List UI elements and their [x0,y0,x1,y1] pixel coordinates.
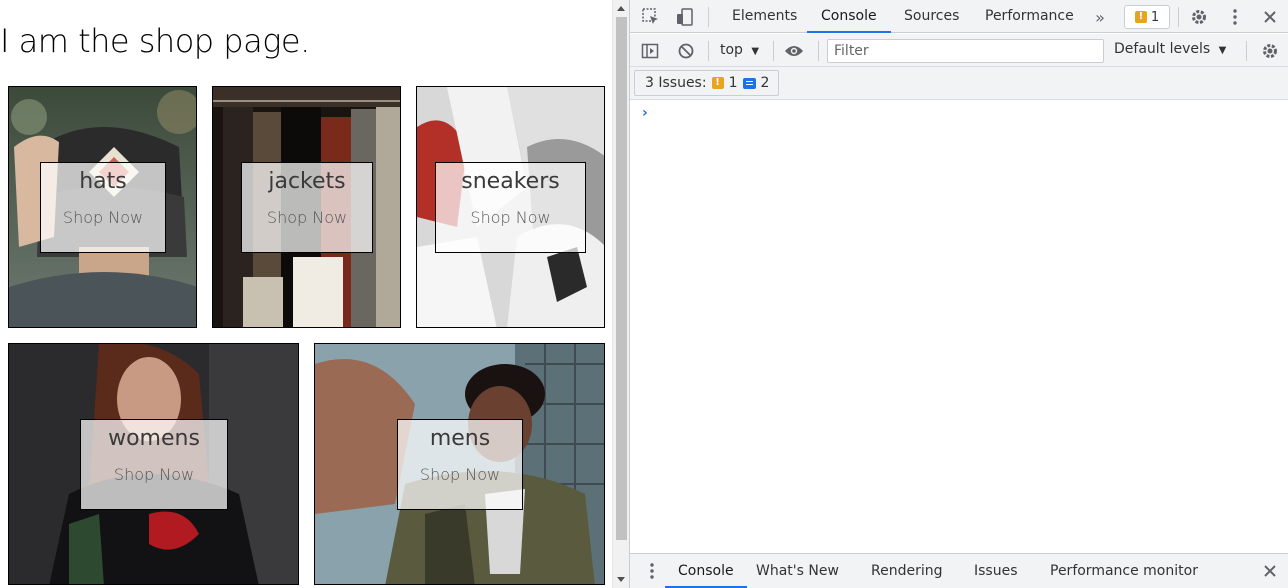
category-title: hats [79,169,127,194]
drawer-tab-issues[interactable]: Issues [961,554,1031,588]
shop-now-link[interactable]: Shop Now [398,465,522,484]
show-sidebar-icon[interactable] [640,41,660,61]
toolbar-divider [708,41,709,61]
console-toolbar: top ▼ Default levels ▼ [630,34,1288,67]
toolbar-divider [708,7,709,27]
tab-console[interactable]: Console [807,0,891,33]
category-tile-mens[interactable]: mens Shop Now [314,343,605,585]
drawer-tab-console[interactable]: Console [665,554,747,588]
shop-now-link[interactable]: Shop Now [242,208,372,227]
inspect-element-icon[interactable] [641,7,661,27]
shop-now-link[interactable]: Shop Now [81,465,227,484]
mens-card[interactable]: mens Shop Now [397,419,523,510]
category-tile-sneakers[interactable]: sneakers Shop Now [416,86,605,328]
issues-button[interactable]: 3 Issues: ! 1 2 [634,70,779,96]
scrollbar-thumb[interactable] [616,17,627,540]
live-expression-eye-icon[interactable] [784,41,804,61]
toolbar-divider [773,41,774,61]
toolbar-divider [1246,41,1247,61]
kebab-menu-icon[interactable] [1225,7,1245,27]
dropdown-arrow-icon: ▼ [1218,45,1227,56]
category-tile-womens[interactable]: womens Shop Now [8,343,299,585]
category-title: sneakers [461,169,560,194]
scroll-down-icon[interactable] [617,577,625,582]
issues-message-count: 2 [760,75,770,91]
category-title: jackets [268,169,346,194]
drawer-menu-icon[interactable] [642,561,662,581]
page-title: I am the shop page. [0,22,310,60]
message-icon [742,77,756,89]
issues-label: 3 Issues: [645,75,707,91]
scroll-up-icon[interactable] [617,6,625,11]
filter-input[interactable] [827,39,1104,63]
context-selector[interactable]: top ▼ [720,42,759,58]
levels-label: Default levels [1114,41,1211,57]
warning-icon: ! [1134,11,1147,23]
dropdown-arrow-icon: ▼ [751,46,760,57]
console-settings-gear-icon[interactable] [1260,41,1280,61]
warning-count: 1 [1150,9,1160,25]
category-title: womens [108,426,200,451]
devtools-tabbar: Elements Console Sources Performance » !… [630,0,1288,33]
issues-bar: 3 Issues: ! 1 2 [630,67,1288,100]
toolbar-divider [818,41,819,61]
devtools-panel: Elements Console Sources Performance » !… [629,0,1288,588]
context-label: top [720,42,743,58]
jackets-card[interactable]: jackets Shop Now [241,162,373,253]
womens-card[interactable]: womens Shop Now [80,419,228,510]
close-drawer-icon[interactable] [1260,561,1280,581]
tab-elements[interactable]: Elements [718,0,811,33]
drawer-tab-rendering[interactable]: Rendering [858,554,956,588]
drawer-tab-performance-monitor[interactable]: Performance monitor [1037,554,1211,588]
sneakers-card[interactable]: sneakers Shop Now [435,162,586,253]
category-tile-jackets[interactable]: jackets Shop Now [212,86,401,328]
warnings-badge[interactable]: ! 1 [1124,5,1170,29]
shop-now-link[interactable]: Shop Now [436,208,585,227]
tab-performance[interactable]: Performance [971,0,1088,33]
settings-gear-icon[interactable] [1189,7,1209,27]
log-levels-dropdown[interactable]: Default levels ▼ [1114,41,1226,57]
more-tabs-icon[interactable]: » [1090,7,1110,27]
console-prompt-icon[interactable]: › [642,105,648,121]
issues-warning-count: 1 [728,75,738,91]
warning-icon: ! [711,77,724,89]
shop-page: I am the shop page. hats Shop Now jacket… [0,0,612,588]
close-devtools-icon[interactable] [1260,7,1280,27]
drawer-tab-whats-new[interactable]: What's New [743,554,852,588]
device-toolbar-icon[interactable] [675,7,695,27]
drawer-tabbar: Console What's New Rendering Issues Perf… [630,553,1288,588]
console-output[interactable]: › [630,101,1288,553]
clear-console-icon[interactable] [676,41,696,61]
shop-now-link[interactable]: Shop Now [41,208,165,227]
category-title: mens [429,426,491,451]
hats-card[interactable]: hats Shop Now [40,162,166,253]
category-tile-hats[interactable]: hats Shop Now [8,86,197,328]
tab-sources[interactable]: Sources [890,0,973,33]
toolbar-divider [1178,7,1179,27]
page-scrollbar[interactable] [612,0,629,588]
